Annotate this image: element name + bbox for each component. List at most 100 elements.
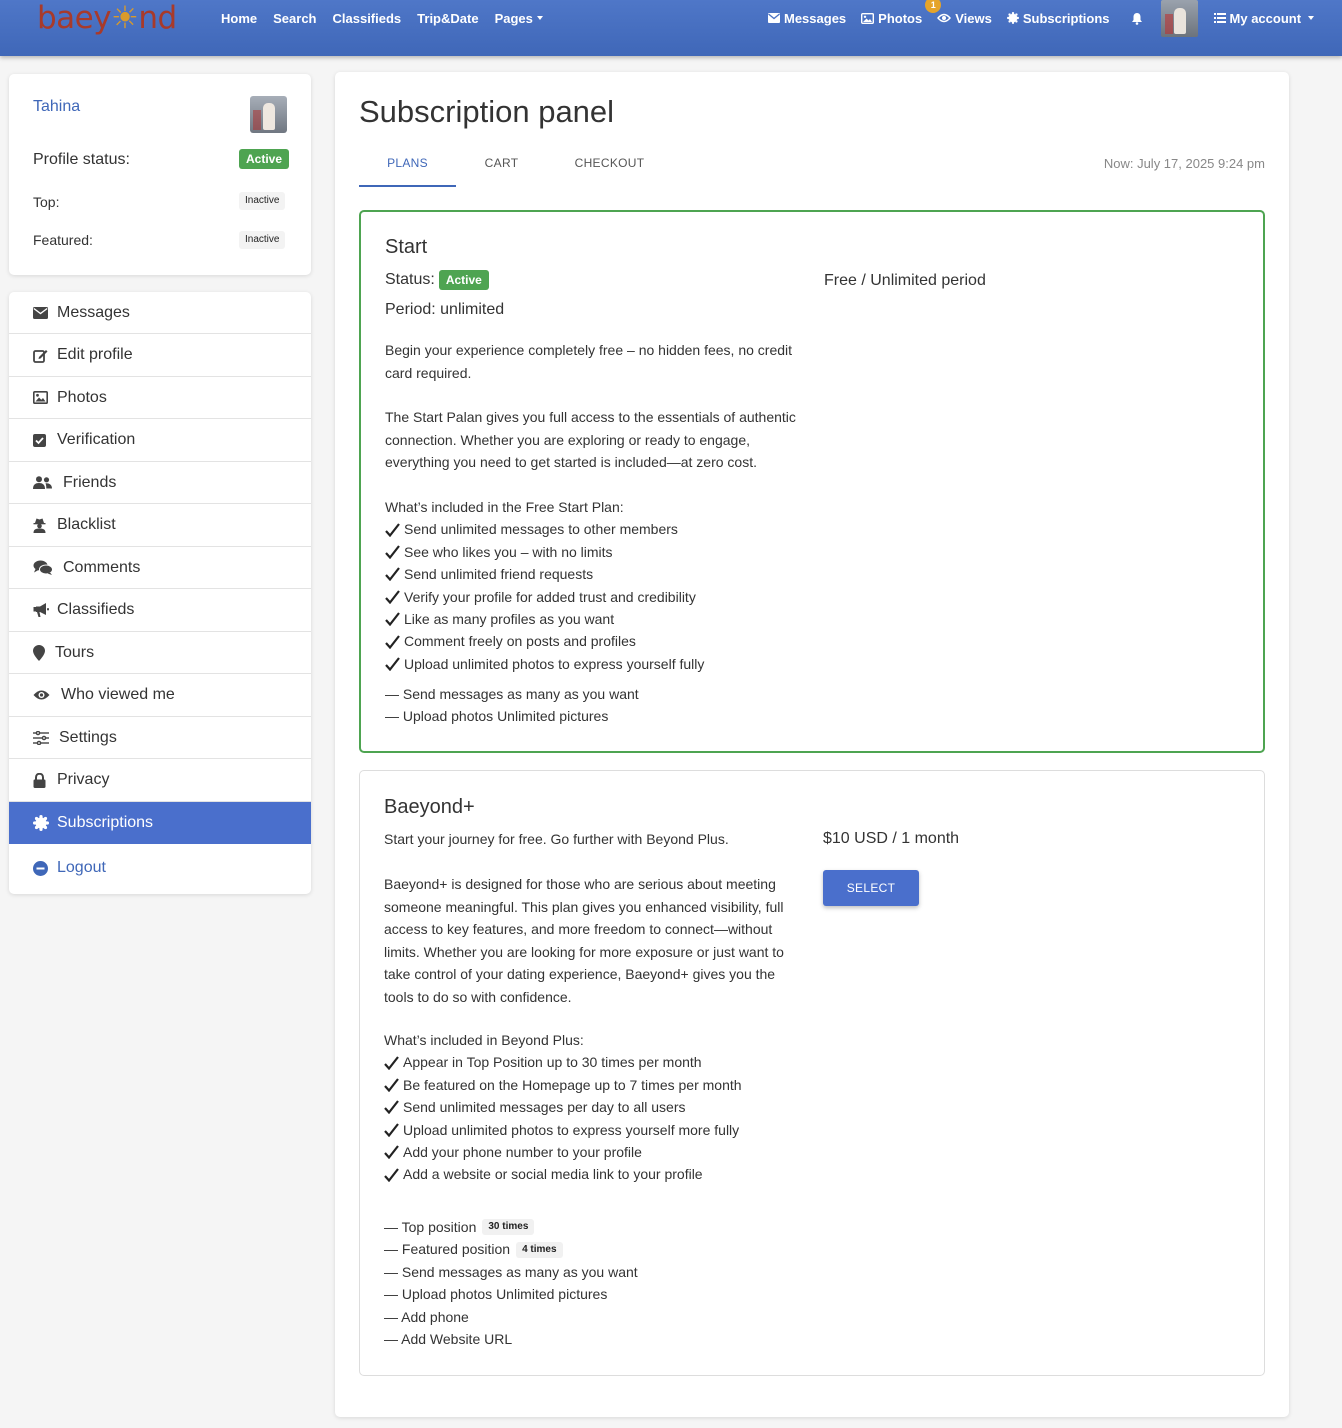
image-icon bbox=[33, 391, 48, 404]
plan-period: Period: unlimited bbox=[385, 301, 505, 318]
check-icon bbox=[385, 612, 400, 627]
list-item: — Add Website URL bbox=[384, 1330, 513, 1347]
plan-description-intro: Begin your experience completely free – … bbox=[385, 342, 793, 381]
certificate-icon bbox=[1006, 12, 1019, 24]
edit-icon bbox=[33, 349, 48, 363]
bell-icon bbox=[1131, 12, 1142, 25]
nav-messages-link[interactable]: Messages bbox=[768, 11, 846, 26]
plan-title: Start bbox=[385, 236, 428, 258]
check-icon bbox=[384, 1145, 399, 1160]
check-icon bbox=[384, 1167, 399, 1182]
current-datetime: Now: July 17, 2025 9:24 pm bbox=[1103, 156, 1265, 171]
nav-search-link[interactable]: Search bbox=[273, 11, 316, 26]
check-square-icon bbox=[33, 433, 46, 447]
nav-home-link[interactable]: Home bbox=[221, 11, 257, 26]
tab-checkout[interactable]: CHECKOUT bbox=[547, 150, 672, 187]
map-marker-icon bbox=[33, 644, 45, 661]
tab-cart[interactable]: CART bbox=[456, 150, 547, 187]
featured-label: Featured: bbox=[33, 232, 93, 248]
list-item: Send unlimited friend requests bbox=[385, 563, 815, 585]
nav-notifications-button[interactable] bbox=[1131, 12, 1147, 25]
check-icon bbox=[385, 634, 400, 649]
plan-status: Status: Active bbox=[385, 270, 489, 290]
sidebar-item-messages[interactable]: Messages bbox=[9, 292, 311, 334]
sidebar-item-edit-profile[interactable]: Edit profile bbox=[9, 335, 311, 377]
sidebar-item-subscriptions[interactable]: Subscriptions bbox=[9, 802, 311, 844]
eye-icon bbox=[33, 690, 50, 700]
user-secret-icon bbox=[33, 518, 46, 533]
page-title: Subscription panel bbox=[359, 94, 615, 129]
sidebar-item-settings[interactable]: Settings bbox=[9, 717, 311, 759]
sidebar-item-who-viewed-me[interactable]: Who viewed me bbox=[9, 675, 311, 717]
profile-name-link[interactable]: Tahina bbox=[33, 98, 80, 116]
sidebar-menu: Messages Edit profile Photos Verificatio… bbox=[9, 292, 311, 894]
plan-card-start: Start Status: Active Free / Unlimited pe… bbox=[359, 210, 1265, 753]
check-icon bbox=[385, 657, 400, 671]
select-plan-button[interactable]: SELECT bbox=[823, 870, 919, 906]
sliders-icon bbox=[33, 730, 49, 745]
list-item: Like as many profiles as you want bbox=[385, 608, 815, 630]
nav-views-link[interactable]: 1 Views bbox=[925, 0, 992, 26]
plan-price: $10 USD / 1 month bbox=[823, 830, 960, 847]
plan-title: Baeyond+ bbox=[384, 796, 475, 818]
sidebar-item-comments[interactable]: Comments bbox=[9, 547, 311, 589]
list-item: Upload unlimited photos to express yours… bbox=[385, 653, 815, 675]
top-position-count-badge: 30 times bbox=[482, 1219, 535, 1236]
list-icon bbox=[1213, 13, 1226, 23]
plan-limits-list: — Top position 30 times — Featured positi… bbox=[384, 1216, 804, 1350]
sidebar-item-verification[interactable]: Verification bbox=[9, 420, 311, 462]
features-heading: What’s included in Beyond Plus: bbox=[384, 1032, 584, 1048]
check-icon bbox=[384, 1123, 399, 1137]
list-item: — Top position 30 times bbox=[384, 1216, 804, 1238]
nav-my-account-dropdown[interactable]: My account bbox=[1213, 11, 1315, 26]
nav-pages-dropdown[interactable]: Pages bbox=[495, 11, 543, 26]
list-item: — Send messages as many as you want bbox=[384, 1263, 638, 1280]
site-logo[interactable]: baey☀nd bbox=[37, 0, 177, 36]
list-item: — Upload photos Unlimited pictures bbox=[385, 708, 609, 725]
profile-status-badge: Active bbox=[239, 149, 290, 169]
bullhorn-icon bbox=[33, 603, 49, 617]
featured-status-badge: Inactive bbox=[239, 231, 286, 249]
tab-plans[interactable]: PLANS bbox=[359, 150, 456, 187]
plan-limits-list: — Send messages as many as you want — Up… bbox=[385, 683, 805, 728]
plan-description: Baeyond+ is designed for those who are s… bbox=[384, 876, 784, 1005]
list-item: — Featured position 4 times bbox=[384, 1238, 804, 1260]
check-icon bbox=[385, 522, 400, 537]
list-item: Add your phone number to your profile bbox=[384, 1141, 814, 1163]
top-navbar: baey☀nd Home Search Classifieds Trip&Dat… bbox=[0, 0, 1342, 56]
sidebar-item-friends[interactable]: Friends bbox=[9, 462, 311, 504]
plan-tagline: Start your journey for free. Go further … bbox=[384, 831, 729, 847]
nav-subscriptions-link[interactable]: Subscriptions bbox=[1006, 11, 1110, 26]
list-item: Verify your profile for added trust and … bbox=[385, 586, 815, 608]
nav-photos-link[interactable]: Photos bbox=[861, 11, 922, 26]
featured-position-count-badge: 4 times bbox=[516, 1241, 563, 1258]
caret-down-icon bbox=[1308, 16, 1315, 20]
sidebar-item-blacklist[interactable]: Blacklist bbox=[9, 505, 311, 547]
check-icon bbox=[385, 590, 400, 604]
list-item: — Add phone bbox=[384, 1308, 469, 1325]
users-icon bbox=[33, 476, 52, 489]
check-icon bbox=[385, 545, 400, 559]
sidebar-item-photos[interactable]: Photos bbox=[9, 377, 311, 419]
eye-icon bbox=[937, 13, 952, 23]
profile-avatar[interactable] bbox=[250, 96, 287, 133]
list-item: Send unlimited messages per day to all u… bbox=[384, 1096, 814, 1118]
plan-card-baeyond-plus: Baeyond+ Start your journey for free. Go… bbox=[359, 770, 1265, 1376]
nav-classifieds-link[interactable]: Classifieds bbox=[333, 11, 402, 26]
caret-down-icon bbox=[536, 16, 543, 20]
logo-sun-icon: ☀ bbox=[111, 0, 139, 36]
main-nav: Home Search Classifieds Trip&Date Pages bbox=[221, 0, 559, 36]
sidebar-item-tours[interactable]: Tours bbox=[9, 632, 311, 674]
sidebar-item-logout[interactable]: Logout bbox=[9, 847, 311, 889]
list-item: Upload unlimited photos to express yours… bbox=[384, 1119, 814, 1141]
nav-avatar[interactable] bbox=[1160, 0, 1198, 37]
profile-card: Tahina Profile status: Active Top: Inact… bbox=[9, 74, 311, 275]
sidebar-item-classifieds[interactable]: Classifieds bbox=[9, 590, 311, 632]
list-item: — Send messages as many as you want bbox=[385, 686, 639, 702]
list-item: Comment freely on posts and profiles bbox=[385, 630, 815, 652]
list-item: Be featured on the Homepage up to 7 time… bbox=[384, 1074, 814, 1096]
sidebar-item-privacy[interactable]: Privacy bbox=[9, 760, 311, 802]
check-icon bbox=[384, 1078, 399, 1092]
profile-status-label: Profile status: bbox=[33, 151, 130, 168]
nav-tripdate-link[interactable]: Trip&Date bbox=[417, 11, 478, 26]
